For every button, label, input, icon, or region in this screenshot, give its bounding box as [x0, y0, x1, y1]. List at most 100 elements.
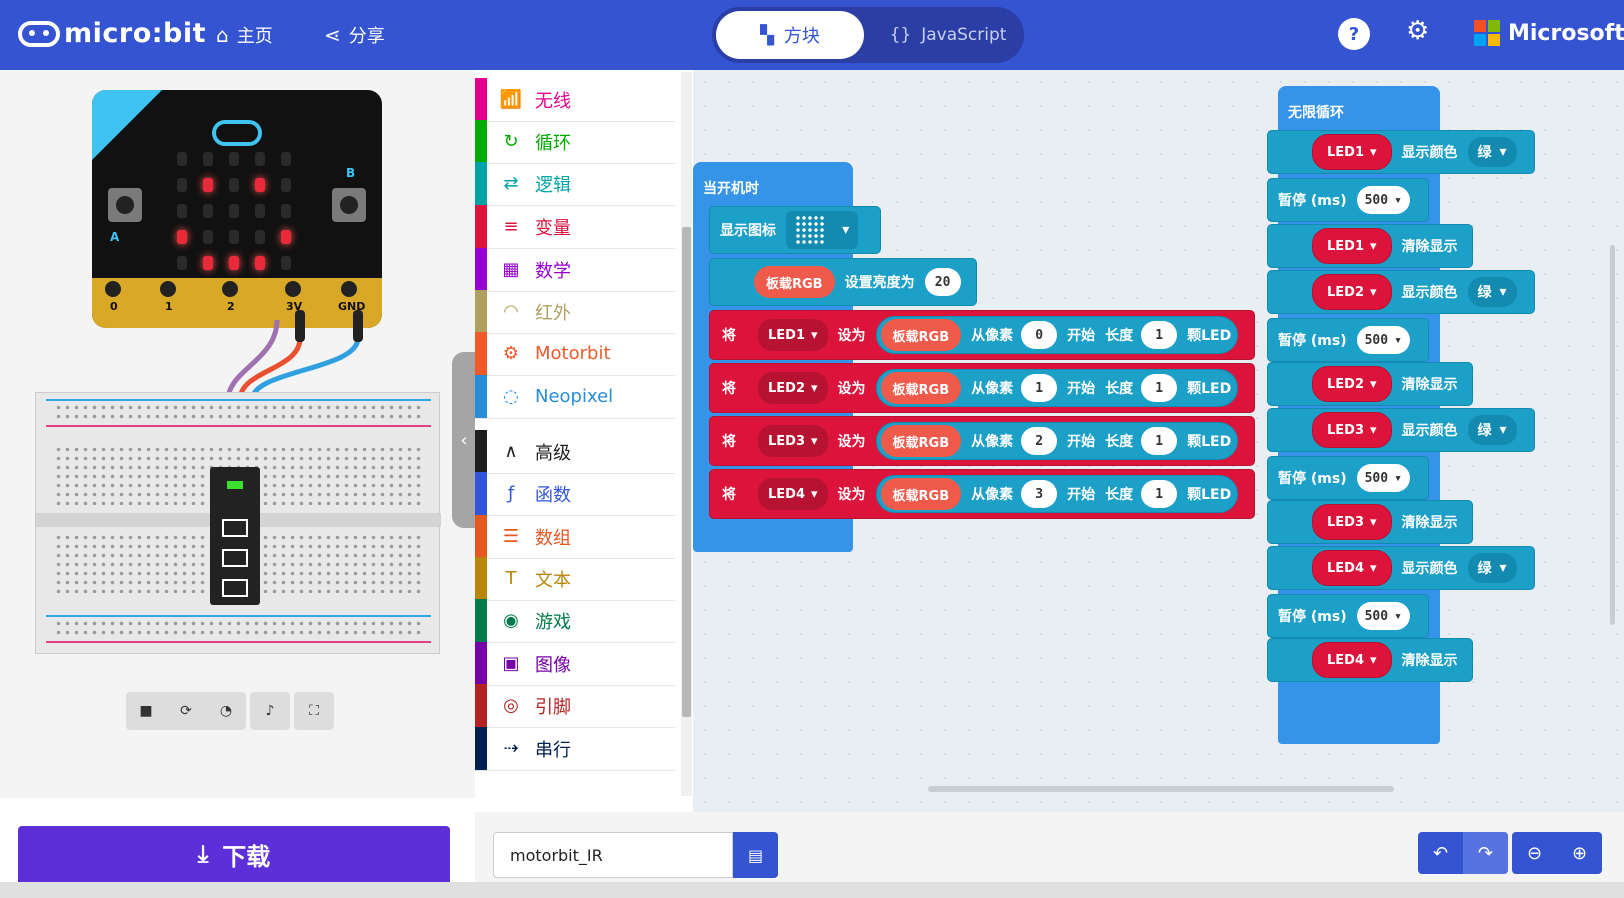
led-var[interactable]: LED3 ▾: [1312, 504, 1392, 540]
length-value[interactable]: 1: [1141, 374, 1178, 402]
tab-javascript[interactable]: {} JavaScript: [874, 11, 1022, 59]
show-color-block[interactable]: LED1 ▾ 显示颜色绿 ▾: [1267, 130, 1535, 174]
led-var[interactable]: LED3 ▾: [1312, 412, 1392, 448]
start-value[interactable]: 0: [1021, 321, 1058, 349]
pause-block[interactable]: 暂停 (ms) 500 ▾: [1267, 456, 1429, 500]
led-var[interactable]: LED1 ▾: [1312, 228, 1392, 264]
help-icon[interactable]: ?: [1338, 18, 1370, 50]
stop-icon[interactable]: ■: [126, 692, 166, 730]
clear-block[interactable]: LED3 ▾ 清除显示: [1267, 500, 1473, 544]
toolbox-category[interactable]: ◌ Neopixel: [475, 375, 675, 419]
set-var-block[interactable]: 将 LED4 ▾ 设为 板载RGB 从像素 3 开始 长度 1 颗LED: [709, 469, 1255, 519]
length-value[interactable]: 1: [1141, 321, 1178, 349]
download-button[interactable]: ⤓ 下载: [18, 826, 450, 882]
show-color-block[interactable]: LED4 ▾ 显示颜色绿 ▾: [1267, 546, 1535, 590]
color-dropdown[interactable]: 绿 ▾: [1467, 137, 1517, 167]
workspace-vscroll[interactable]: [1610, 245, 1615, 625]
sound-icon[interactable]: ♪: [250, 692, 290, 730]
led-var[interactable]: LED2 ▾: [1312, 274, 1392, 310]
color-dropdown[interactable]: 绿 ▾: [1467, 553, 1517, 583]
start-value[interactable]: 3: [1021, 480, 1058, 508]
pause-block[interactable]: 暂停 (ms) 500 ▾: [1267, 318, 1429, 362]
toolbox-category[interactable]: ↻ 循环: [475, 120, 675, 164]
toolbox-category[interactable]: ƒ 函数: [475, 472, 675, 516]
slowmo-icon[interactable]: ◔: [206, 692, 246, 730]
pause-block[interactable]: 暂停 (ms) 500 ▾: [1267, 178, 1429, 222]
fullscreen-icon[interactable]: ⛶: [294, 692, 334, 730]
tab-blocks[interactable]: ▚ 方块: [716, 11, 864, 59]
toolbox-category[interactable]: 📶 无线: [475, 78, 675, 122]
pause-block[interactable]: 暂停 (ms) 500 ▾: [1267, 594, 1429, 638]
clear-block[interactable]: LED2 ▾ 清除显示: [1267, 362, 1473, 406]
show-color-block[interactable]: LED2 ▾ 显示颜色绿 ▾: [1267, 270, 1535, 314]
toolbox-category[interactable]: ☰ 数组: [475, 515, 675, 559]
zoom-in-icon[interactable]: ⊕: [1557, 832, 1602, 874]
led-var[interactable]: LED4 ▾: [1312, 642, 1392, 678]
color-dropdown[interactable]: 绿 ▾: [1467, 415, 1517, 445]
home-button[interactable]: ⌂ 主页: [216, 22, 273, 48]
color-dropdown[interactable]: 绿 ▾: [1467, 277, 1517, 307]
range-block[interactable]: 板载RGB 从像素 3 开始 长度 1 颗LED: [875, 475, 1239, 513]
toolbox-category[interactable]: ∧ 高级: [475, 430, 675, 474]
start-value[interactable]: 2: [1021, 427, 1058, 455]
range-block[interactable]: 板载RGB 从像素 2 开始 长度 1 颗LED: [875, 422, 1239, 460]
var-dropdown[interactable]: LED3 ▾: [758, 425, 828, 457]
collapse-simulator-button[interactable]: ‹: [452, 352, 476, 528]
toolbox-category[interactable]: ▦ 数学: [475, 248, 675, 292]
board-rgb-var[interactable]: 板载RGB: [880, 425, 962, 457]
start-value[interactable]: 1: [1021, 374, 1058, 402]
page-scrollbar[interactable]: [0, 882, 1624, 898]
restart-icon[interactable]: ⟳: [166, 692, 206, 730]
length-value[interactable]: 1: [1141, 427, 1178, 455]
redo-icon[interactable]: ↷: [1463, 832, 1508, 874]
var-dropdown[interactable]: LED1 ▾: [758, 319, 828, 351]
icon-picker[interactable]: ▾: [786, 211, 858, 249]
blocks-workspace[interactable]: 当开机时 显示图标 ▾ 板载RGB 设置亮度为 20 将 LED1 ▾ 设为 板载RGB…: [693, 70, 1624, 812]
show-icon-block[interactable]: 显示图标 ▾: [709, 206, 881, 254]
set-var-block[interactable]: 将 LED1 ▾ 设为 板载RGB 从像素 0 开始 长度 1 颗LED: [709, 310, 1255, 360]
pause-value-dropdown[interactable]: 500 ▾: [1356, 186, 1410, 214]
var-dropdown[interactable]: LED4 ▾: [758, 478, 828, 510]
workspace-hscroll[interactable]: [928, 786, 1394, 792]
save-icon[interactable]: ▤: [733, 832, 778, 878]
toolbox-category[interactable]: ▣ 图像: [475, 642, 675, 686]
zoom-out-icon[interactable]: ⊖: [1512, 832, 1557, 874]
var-dropdown[interactable]: LED2 ▾: [758, 372, 828, 404]
toolbox-category[interactable]: T 文本: [475, 557, 675, 601]
gear-icon[interactable]: ⚙: [1406, 16, 1429, 46]
board-rgb-var[interactable]: 板载RGB: [880, 372, 962, 404]
pause-value-dropdown[interactable]: 500 ▾: [1356, 464, 1410, 492]
led-var[interactable]: LED1 ▾: [1312, 134, 1392, 170]
set-var-block[interactable]: 将 LED3 ▾ 设为 板载RGB 从像素 2 开始 长度 1 颗LED: [709, 416, 1255, 466]
undo-icon[interactable]: ↶: [1418, 832, 1463, 874]
board-rgb-var[interactable]: 板载RGB: [880, 319, 962, 351]
toolbox-category[interactable]: ⚙ Motorbit: [475, 332, 675, 376]
pause-value-dropdown[interactable]: 500 ▾: [1356, 326, 1410, 354]
toolbox-category[interactable]: ≡ 变量: [475, 205, 675, 249]
set-brightness-block[interactable]: 板载RGB 设置亮度为 20: [709, 258, 977, 306]
toolbox-category[interactable]: ◉ 游戏: [475, 599, 675, 643]
range-block[interactable]: 板载RGB 从像素 1 开始 长度 1 颗LED: [875, 369, 1239, 407]
pause-value-dropdown[interactable]: 500 ▾: [1356, 602, 1410, 630]
range-block[interactable]: 板载RGB 从像素 0 开始 长度 1 颗LED: [875, 316, 1239, 354]
show-color-block[interactable]: LED3 ▾ 显示颜色绿 ▾: [1267, 408, 1535, 452]
toolbox-category[interactable]: ◎ 引脚: [475, 684, 675, 728]
board-rgb-var[interactable]: 板载RGB: [754, 266, 835, 298]
led-var[interactable]: LED2 ▾: [1312, 366, 1392, 402]
led-var[interactable]: LED4 ▾: [1312, 550, 1392, 586]
set-var-block[interactable]: 将 LED2 ▾ 设为 板载RGB 从像素 1 开始 长度 1 颗LED: [709, 363, 1255, 413]
toolbox-category[interactable]: ◠ 红外: [475, 290, 675, 334]
as-label: 设为: [837, 328, 866, 344]
brightness-value[interactable]: 20: [924, 268, 961, 296]
microbit-logo[interactable]: micro:bit: [18, 18, 206, 49]
share-button[interactable]: ⋖ 分享: [324, 22, 385, 48]
board-rgb-var[interactable]: 板载RGB: [880, 478, 962, 510]
microsoft-logo[interactable]: Microsoft: [1474, 20, 1624, 46]
toolbox-category[interactable]: ⇢ 串行: [475, 727, 675, 771]
toolbox-category[interactable]: ⇄ 逻辑: [475, 162, 675, 206]
clear-block[interactable]: LED1 ▾ 清除显示: [1267, 224, 1473, 268]
filename-input[interactable]: motorbit_IR: [493, 832, 733, 878]
clear-block[interactable]: LED4 ▾ 清除显示: [1267, 638, 1473, 682]
toolbox-scrollbar[interactable]: [681, 72, 692, 796]
length-value[interactable]: 1: [1141, 480, 1178, 508]
